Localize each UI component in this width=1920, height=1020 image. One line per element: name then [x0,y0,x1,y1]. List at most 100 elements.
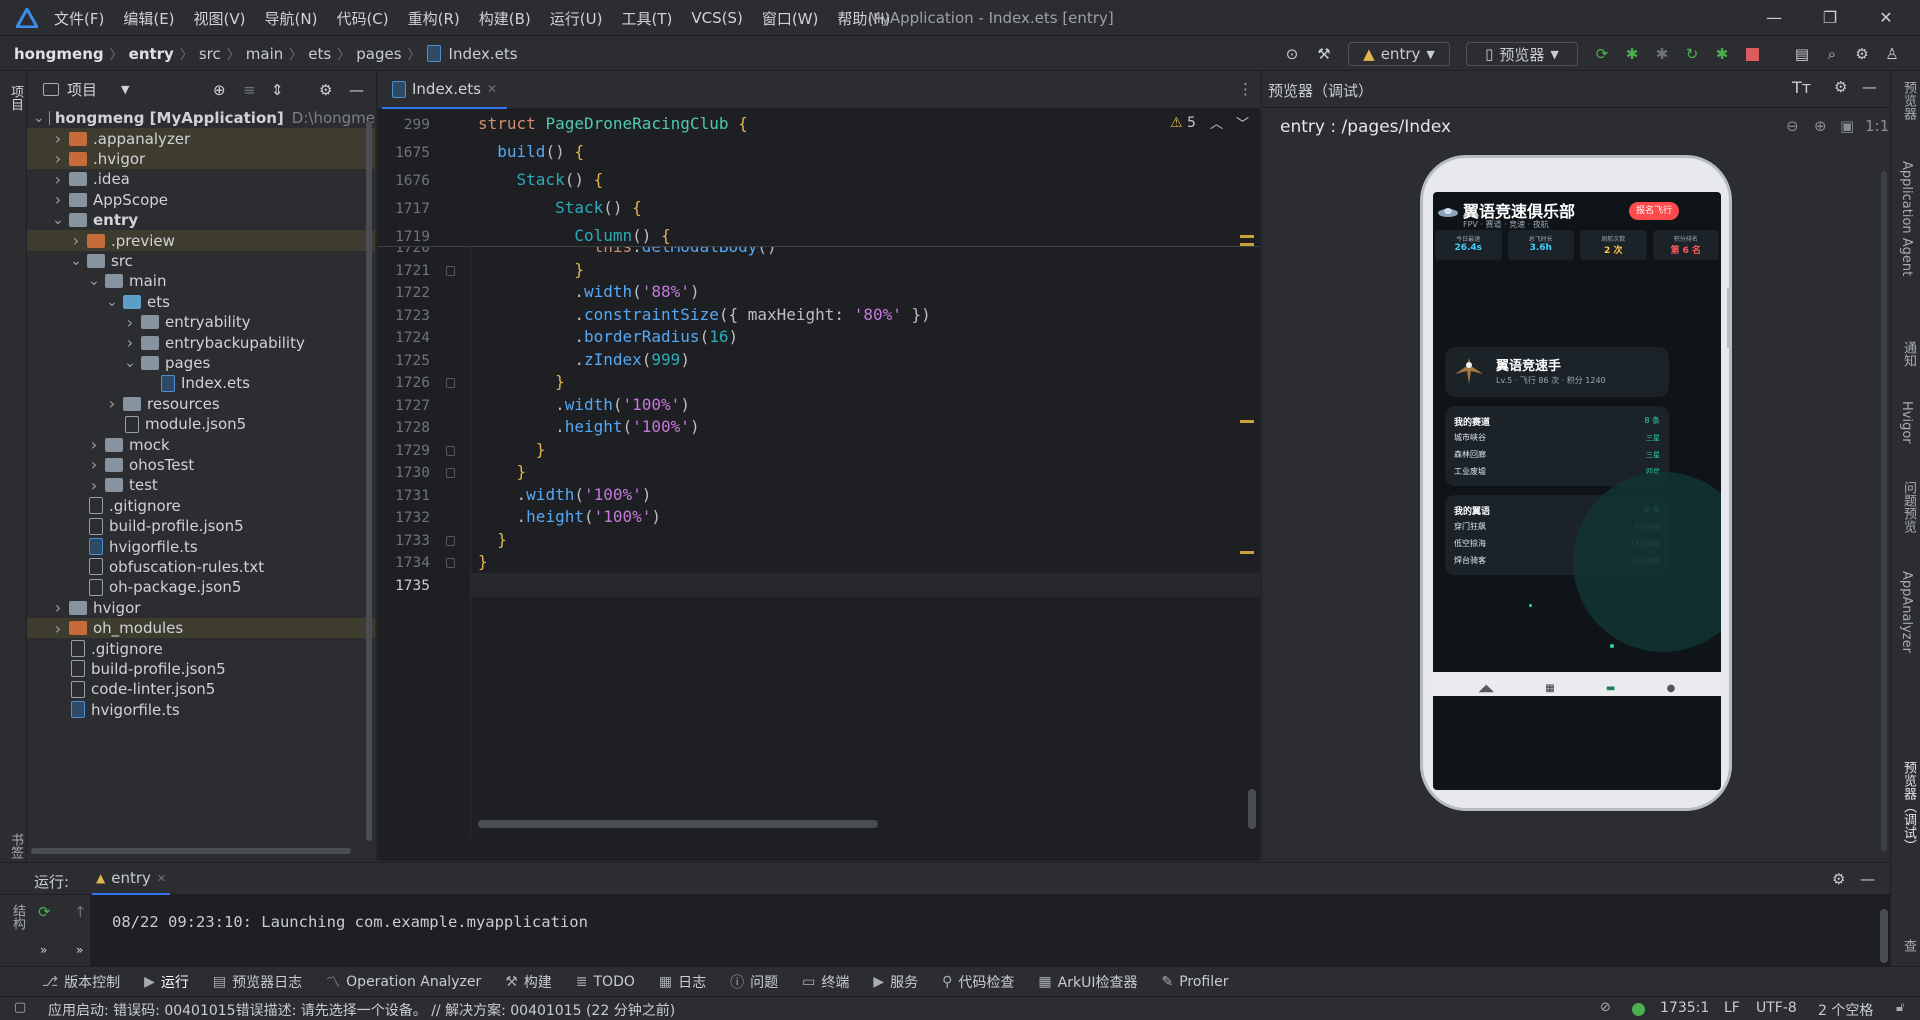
breadcrumb-item[interactable]: entry [129,45,174,63]
tree-item[interactable]: › .hvigor [27,148,375,170]
tree-item[interactable]: hvigorfile.ts [27,700,375,720]
project-tool-button[interactable]: 项目 [6,85,25,111]
breadcrumb-item[interactable]: main [246,45,283,63]
menu-item[interactable]: VCS(S) [691,9,742,27]
right-tool-button[interactable]: AppAnalyzer [1899,571,1914,653]
profile-tab-icon[interactable]: ● [1667,683,1676,694]
search-icon[interactable]: ⌕ [1820,42,1844,66]
chevron-right-icon[interactable]: › [51,170,65,189]
collapse-all-icon[interactable]: ≡ [243,81,256,99]
tree-item[interactable]: › .idea [27,169,375,189]
chevron-down-icon[interactable]: ⌄ [87,273,101,289]
tree-item[interactable]: › entrybackupability [27,332,375,352]
close-window-button[interactable]: ✕ [1858,0,1914,36]
bookmarks-tool-button[interactable]: 书签 [6,833,25,859]
fold-marker-icon[interactable] [446,265,455,276]
structure-tool-button[interactable]: 结构 [8,904,27,930]
target-icon[interactable]: ⊙ [1280,42,1304,66]
menu-item[interactable]: 文件(F) [54,8,104,29]
tool-window-button[interactable]: ▭ 终端 [802,972,849,992]
tree-item[interactable]: .gitignore [27,638,375,658]
right-tool-button[interactable]: 预览器 [1899,81,1918,120]
tool-window-button[interactable]: ≣ TODO [576,974,635,990]
log-scrollbar[interactable] [1880,909,1888,963]
tree-item[interactable]: › entryability [27,312,375,332]
fit-screen-icon[interactable]: ▣ [1840,117,1854,135]
right-tool-button[interactable]: 问题预览 [1899,481,1918,533]
menu-item[interactable]: 重构(R) [408,8,460,29]
right-tool-button[interactable]: Hvigor [1899,401,1914,444]
stop-icon[interactable] [1740,42,1764,66]
breadcrumb-item[interactable]: hongmeng [14,45,104,63]
lock-icon[interactable]: 🔓︎ [1896,1000,1904,1015]
drone-tab-icon[interactable]: ◢◣ [1479,683,1494,694]
fold-marker-icon[interactable] [446,535,455,546]
expand-icon[interactable]: ⇕ [271,81,284,99]
hammer-icon[interactable]: ⚒ [1312,42,1336,66]
chevron-right-icon[interactable]: › [123,313,137,332]
chevron-right-icon[interactable]: › [87,435,101,454]
right-tool-button[interactable]: 通知 [1899,341,1918,367]
track-name[interactable]: 工业废墟 [1454,466,1486,477]
connection-status-icon[interactable] [1632,1003,1645,1016]
chevron-down-icon[interactable]: ▼ [121,83,129,96]
menu-item[interactable]: 运行(U) [550,8,603,29]
chevron-right-icon[interactable]: › [51,598,65,617]
rerun-icon[interactable]: ⟳ [38,903,51,921]
font-size-icon[interactable]: Tт [1792,78,1811,97]
tool-window-button[interactable]: ▶ 运行 [144,972,189,992]
tree-item[interactable]: ⌄ main [27,271,375,291]
tool-window-button[interactable]: ▤ 预览器日志 [213,972,302,992]
menu-item[interactable]: 工具(T) [621,8,672,29]
menu-item[interactable]: 视图(V) [194,8,246,29]
editor-h-scrollbar[interactable] [478,820,878,828]
tool-window-button[interactable]: ⓘ 问题 [730,972,778,992]
menu-item[interactable]: 窗口(W) [762,8,819,29]
tree-item[interactable]: build-profile.json5 [27,516,375,536]
chevron-right-icon[interactable]: › [51,149,65,168]
tree-item[interactable]: › oh_modules [27,618,375,639]
device-manager-icon[interactable]: ▤ [1790,42,1814,66]
scroll-up-icon[interactable]: ↑ [74,903,87,921]
tree-item[interactable]: ⌄ src [27,251,375,271]
settings-icon[interactable]: ⚙ [1850,42,1874,66]
tree-scrollbar[interactable] [366,121,372,841]
chevron-down-icon[interactable]: ⌄ [69,253,83,269]
device-dropdown[interactable]: ▯ 预览器 ▼ [1466,42,1578,66]
tree-item[interactable]: › .appanalyzer [27,128,375,149]
race-flag-tab-icon[interactable]: ▦ [1545,683,1554,694]
chevron-right-icon[interactable]: › [51,619,65,638]
tree-item[interactable]: build-profile.json5 [27,659,375,679]
tree-item[interactable]: ⌄ ets [27,292,375,312]
tree-item[interactable]: module.json5 [27,414,375,434]
tree-item[interactable]: code-linter.json5 [27,679,375,699]
chevron-down-icon[interactable]: ⌄ [51,212,65,228]
chevron-down-icon[interactable]: ⌄ [33,110,45,126]
tool-window-button[interactable]: ▦ ArkUI检查器 [1038,972,1137,992]
maximize-button[interactable]: ❐ [1802,0,1858,36]
track-name[interactable]: 森林回廊 [1454,449,1486,460]
hide-panel-icon[interactable]: — [1860,870,1875,888]
locate-icon[interactable]: ⊕ [213,81,226,99]
fold-marker-icon[interactable] [446,445,455,456]
apply-changes-icon[interactable]: ↻ [1680,42,1704,66]
chevron-right-icon[interactable]: › [123,333,137,352]
gear-icon[interactable]: ⚙ [319,81,332,99]
run-tab[interactable]: ▲ entry ✕ [92,863,171,895]
editor-v-scrollbar[interactable] [1248,789,1256,829]
no-ai-icon[interactable]: ⊘ [1600,1000,1611,1015]
original-size-button[interactable]: 1:1 [1865,117,1889,135]
breadcrumb-item[interactable]: pages [356,45,401,63]
caret-position[interactable]: 1735:1 [1660,1000,1709,1016]
chevron-right-icon[interactable]: › [105,394,119,413]
chevron-down-icon[interactable]: ⌄ [105,294,119,310]
tree-item[interactable]: › .preview [27,230,375,251]
debug-icon[interactable]: ✱ [1620,42,1644,66]
tree-item[interactable]: › hvigor [27,598,375,618]
tool-window-button[interactable]: ⎇ 版本控制 [42,972,120,992]
menu-item[interactable]: 代码(C) [336,8,388,29]
chevron-right-icon[interactable]: › [87,476,101,495]
tool-window-button[interactable]: 〽 Operation Analyzer [326,972,481,992]
tree-item[interactable]: ⌄ hongmeng [MyApplication] D:\hongme [27,108,375,128]
expand-more-icon[interactable]: » [76,943,83,957]
